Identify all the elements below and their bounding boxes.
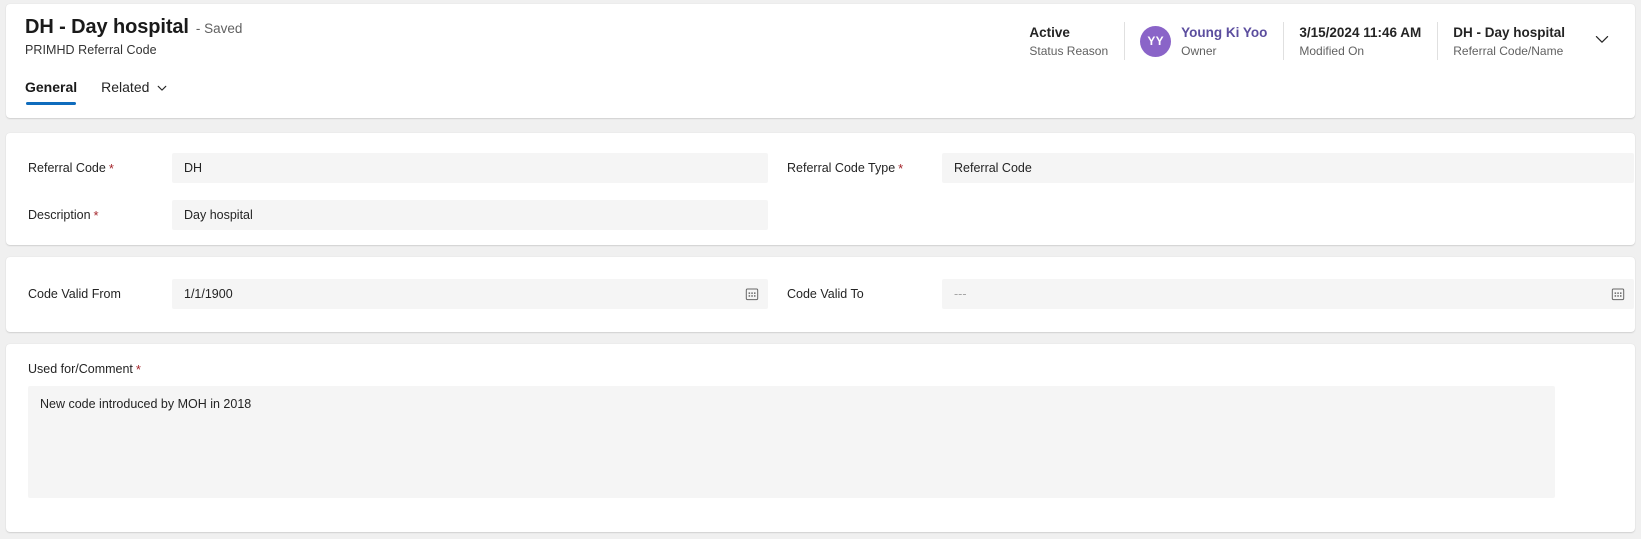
used-for-comment-label-text: Used for/Comment (28, 362, 133, 376)
entity-name-label: PRIMHD Referral Code (25, 43, 157, 57)
chevron-down-icon (1593, 30, 1611, 53)
field-code-valid-to: Code Valid To --- (787, 279, 1634, 309)
code-valid-from-label-text: Code Valid From (28, 287, 121, 301)
modified-on-value: 3/15/2024 11:46 AM (1299, 24, 1422, 40)
comment-section: Used for/Comment * (6, 344, 1635, 532)
identity-section: Referral Code * DH Referral Code Type * … (6, 133, 1635, 245)
header-meta-strip: Active Status Reason YY Young Ki Yoo Own… (1013, 18, 1619, 64)
referral-code-label-text: Referral Code (28, 161, 106, 175)
chevron-down-icon (156, 81, 168, 93)
save-state-label: - Saved (195, 21, 243, 36)
referral-code-type-label-text: Referral Code Type (787, 161, 896, 175)
owner-name-link[interactable]: Young Ki Yoo (1181, 24, 1267, 41)
meta-referral-code-name: DH - Day hospital Referral Code/Name (1437, 18, 1581, 64)
description-label: Description * (28, 208, 172, 222)
avatar: YY (1140, 25, 1172, 57)
referral-code-input[interactable]: DH (172, 153, 768, 183)
used-for-comment-label: Used for/Comment * (28, 362, 141, 376)
code-valid-to-input[interactable]: --- (942, 279, 1634, 309)
field-referral-code: Referral Code * DH (28, 153, 768, 183)
record-title-row: DH - Day hospital - Saved (25, 16, 242, 39)
required-asterisk: * (135, 361, 141, 377)
field-referral-code-type: Referral Code Type * Referral Code (787, 153, 1634, 183)
tab-active-indicator (26, 102, 77, 105)
referral-code-label: Referral Code * (28, 161, 172, 175)
code-valid-from-input[interactable]: 1/1/1900 (172, 279, 768, 309)
used-for-comment-textarea[interactable] (28, 386, 1555, 498)
tab-related-label: Related (101, 79, 150, 95)
required-asterisk: * (93, 207, 99, 223)
page-title: DH - Day hospital (25, 16, 189, 38)
tab-general[interactable]: General (25, 79, 77, 105)
calendar-icon[interactable] (744, 286, 760, 302)
owner-label: Owner (1181, 43, 1217, 58)
meta-owner[interactable]: YY Young Ki Yoo Owner (1124, 18, 1283, 64)
code-valid-from-value: 1/1/1900 (184, 287, 233, 301)
modified-on-label: Modified On (1299, 43, 1365, 58)
referral-code-type-input[interactable]: Referral Code (942, 153, 1634, 183)
form-tabs: General Related (25, 79, 168, 105)
meta-status-reason: Active Status Reason (1013, 18, 1124, 64)
field-description: Description * Day hospital (28, 200, 768, 230)
record-form-page: DH - Day hospital - Saved PRIMHD Referra… (0, 0, 1641, 539)
status-reason-label: Status Reason (1029, 43, 1109, 58)
required-asterisk: * (108, 160, 114, 176)
meta-modified-on: 3/15/2024 11:46 AM Modified On (1283, 18, 1437, 64)
code-valid-from-label: Code Valid From (28, 287, 172, 301)
description-label-text: Description (28, 208, 91, 222)
code-valid-to-value: --- (954, 287, 967, 301)
expand-header-button[interactable] (1585, 18, 1619, 64)
tab-related[interactable]: Related (101, 79, 168, 105)
validity-section: Code Valid From 1/1/1900 Code Valid To -… (6, 257, 1635, 332)
header-title-block: DH - Day hospital - Saved PRIMHD Referra… (25, 16, 242, 57)
code-valid-to-label: Code Valid To (787, 287, 942, 301)
calendar-icon[interactable] (1610, 286, 1626, 302)
status-badge: Active (1029, 24, 1070, 40)
referral-code-name-value: DH - Day hospital (1453, 24, 1565, 40)
required-asterisk: * (898, 160, 904, 176)
field-code-valid-from: Code Valid From 1/1/1900 (28, 279, 768, 309)
description-input[interactable]: Day hospital (172, 200, 768, 230)
referral-code-name-label: Referral Code/Name (1453, 43, 1564, 58)
referral-code-type-label: Referral Code Type * (787, 161, 942, 175)
owner-text-block: Young Ki Yoo Owner (1181, 24, 1267, 59)
form-header: DH - Day hospital - Saved PRIMHD Referra… (6, 4, 1635, 118)
tab-general-label: General (25, 79, 78, 95)
code-valid-to-label-text: Code Valid To (787, 287, 864, 301)
